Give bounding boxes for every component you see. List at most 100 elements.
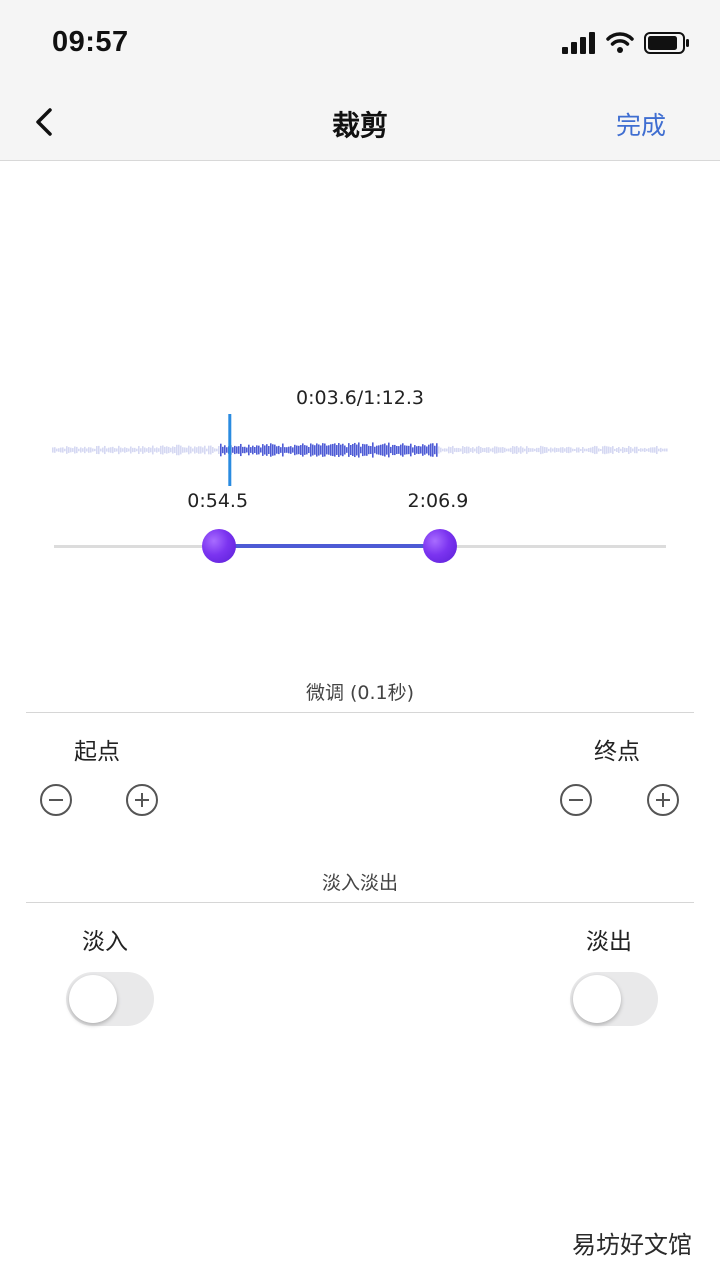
waveform-bar <box>610 447 612 453</box>
waveform-bar <box>568 446 570 454</box>
end-plus-button[interactable] <box>647 784 679 816</box>
waveform-bar <box>624 447 626 453</box>
waveform-bar <box>508 448 510 452</box>
waveform-bar <box>368 445 370 455</box>
waveform-bar <box>510 447 512 453</box>
waveform-bar <box>80 447 82 453</box>
waveform-bar <box>84 446 86 454</box>
waveform-bar <box>502 447 504 453</box>
waveform-bar <box>194 446 196 454</box>
waveform-bar <box>282 443 284 457</box>
waveform-bar <box>196 447 198 453</box>
waveform-bar <box>300 445 302 455</box>
waveform-bar <box>594 445 596 455</box>
waveform-bar <box>60 447 62 453</box>
end-handle[interactable] <box>422 529 457 563</box>
waveform-bar <box>120 447 122 453</box>
waveform-bar <box>104 445 106 455</box>
waveform-bar <box>176 444 178 456</box>
waveform-bar <box>150 447 152 453</box>
waveform-bar <box>276 446 278 454</box>
waveform-bar <box>222 446 224 454</box>
fade-out-toggle[interactable] <box>570 972 658 1026</box>
waveform-bar <box>620 448 622 452</box>
waveform-bar <box>476 446 478 454</box>
waveform-bar <box>214 448 216 452</box>
waveform-bar <box>458 447 460 453</box>
waveform-bar <box>142 446 144 454</box>
waveform-bar <box>572 448 574 452</box>
waveform-bar <box>326 445 328 455</box>
waveform-bar <box>556 448 558 452</box>
waveform-bar <box>168 446 170 454</box>
waveform-bar <box>534 448 536 452</box>
divider <box>26 902 694 903</box>
battery-icon <box>644 32 689 54</box>
fade-out-label: 淡出 <box>586 929 632 955</box>
waveform-bar <box>332 443 334 457</box>
current-time-label: 0:03.6/1:12.3 <box>296 387 424 409</box>
fade-title: 淡入淡出 <box>321 872 398 894</box>
waveform-bar <box>270 443 272 457</box>
waveform-bar <box>514 446 516 454</box>
waveform-bar <box>394 444 396 456</box>
waveform-bar <box>202 447 204 453</box>
waveform-bar <box>650 447 652 453</box>
nav-bar: 裁剪 完成 <box>0 90 720 161</box>
waveform-bar <box>596 446 598 454</box>
waveform-bar <box>466 446 468 454</box>
waveform-bar <box>412 447 414 453</box>
waveform-bar <box>588 448 590 452</box>
waveform-bar <box>520 446 522 454</box>
waveform-bar <box>238 446 240 454</box>
waveform-bar <box>52 447 54 453</box>
waveform-bar <box>448 446 450 454</box>
waveform-bar <box>494 446 496 454</box>
waveform-bar <box>224 445 226 455</box>
waveform-bar <box>188 445 190 455</box>
waveform-bar <box>172 446 174 454</box>
fade-in-toggle[interactable] <box>66 972 154 1026</box>
waveform-bar <box>100 448 102 452</box>
waveform-bar <box>256 445 258 455</box>
trim-range-slider[interactable] <box>54 520 666 572</box>
end-minus-button[interactable] <box>560 784 592 816</box>
waveform-bar <box>98 445 100 455</box>
start-plus-button[interactable] <box>126 784 158 816</box>
waveform-bar <box>442 448 444 452</box>
waveform-bar <box>186 447 188 453</box>
playhead[interactable] <box>228 414 232 486</box>
waveform-bar <box>402 443 404 457</box>
waveform-bar <box>574 448 576 452</box>
waveform-bar <box>340 444 342 456</box>
waveform-bar <box>184 447 186 453</box>
waveform-bar <box>146 448 148 452</box>
waveform-bar <box>118 445 120 455</box>
waveform-bar <box>294 444 296 456</box>
waveform-bar <box>376 445 378 455</box>
waveform-bar <box>604 445 606 455</box>
audio-waveform[interactable] <box>50 410 670 490</box>
waveform-bar <box>290 446 292 454</box>
waveform-bar <box>302 443 304 457</box>
waveform-bar <box>250 447 252 453</box>
waveform-bar <box>360 446 362 454</box>
waveform-bar <box>550 447 552 453</box>
waveform-bar <box>126 447 128 453</box>
start-handle[interactable] <box>202 529 237 563</box>
waveform-bar <box>486 447 488 453</box>
start-minus-button[interactable] <box>40 784 72 816</box>
divider <box>26 712 694 713</box>
waveform-bar <box>206 448 208 452</box>
waveform-bar <box>338 443 340 457</box>
waveform-bar <box>364 444 366 456</box>
waveform-bar <box>584 448 586 452</box>
done-button[interactable]: 完成 <box>616 106 666 142</box>
waveform-bar <box>354 442 356 458</box>
waveform-bar <box>600 448 602 452</box>
waveform-bar <box>542 446 544 454</box>
waveform-bar <box>108 447 110 453</box>
waveform-bar <box>410 443 412 457</box>
waveform-bar <box>242 446 244 454</box>
waveform-bar <box>110 447 112 453</box>
